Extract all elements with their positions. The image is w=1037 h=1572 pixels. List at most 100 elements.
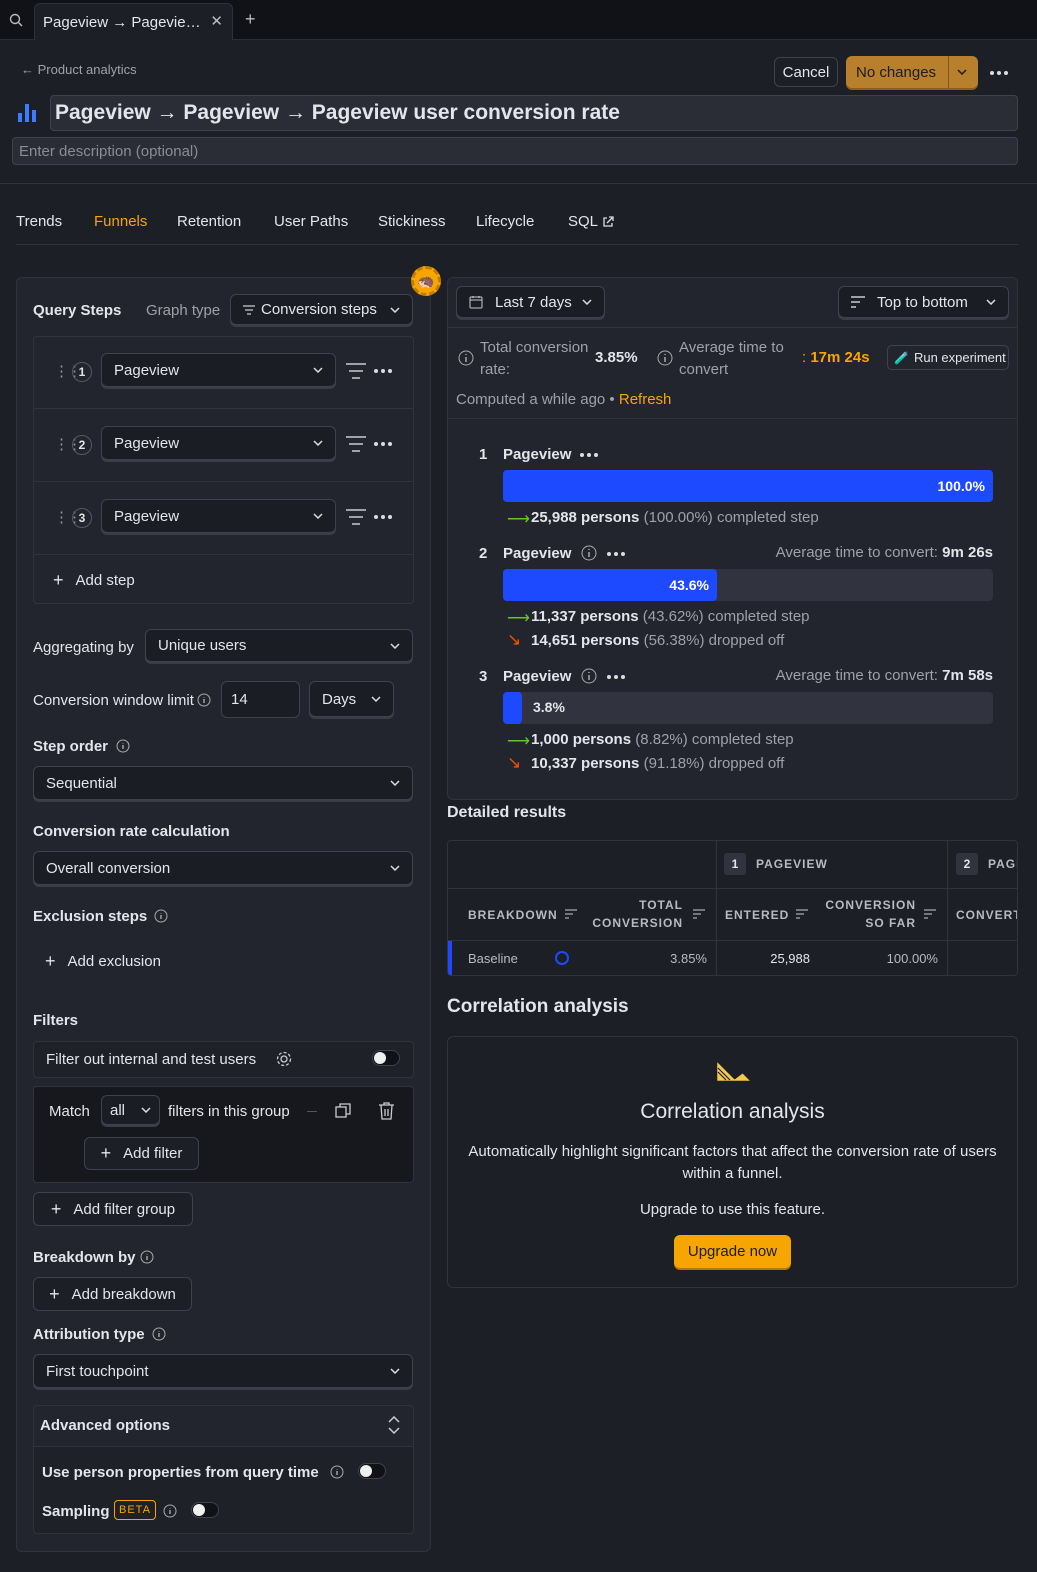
info-icon[interactable] [330,1465,344,1479]
filter-icon[interactable] [346,362,366,380]
more-icon[interactable] [374,369,392,373]
trash-icon[interactable] [378,1102,395,1120]
divider [448,940,1017,941]
computed-text: Computed a while ago [456,391,606,408]
conversion-window-input[interactable]: 14 [221,681,300,718]
step2-header: PAGEVIEW [988,857,1017,871]
dropped-off[interactable]: 10,337 persons (91.18%) dropped off [531,755,784,772]
info-icon[interactable] [581,545,597,561]
step-event-value: Pageview [114,507,180,525]
sort-icon[interactable] [693,909,705,919]
add-breakdown-button[interactable]: + Add breakdown [33,1277,192,1311]
step-avg-time: Average time to convert: 7m 58s [776,667,993,684]
tab-funnels[interactable]: Funnels [94,213,147,230]
info-icon[interactable] [140,1250,154,1264]
completed-step[interactable]: 11,337 persons (43.62%) completed step [531,608,810,625]
funnel-bar[interactable]: 43.6% [503,569,717,601]
save-button[interactable]: No changes [846,56,978,88]
conversion-so-far-column-header[interactable]: CONVERSION SO FAR [818,896,916,932]
aggregating-select[interactable]: Unique users [145,629,413,662]
more-icon[interactable] [374,515,392,519]
add-filter-button[interactable]: + Add filter [84,1137,199,1170]
run-experiment-button[interactable]: 🧪 Run experiment [887,345,1009,370]
sort-icon[interactable] [796,909,808,919]
sort-icon[interactable] [924,909,936,919]
step-more-icon[interactable] [580,453,598,457]
cancel-button[interactable]: Cancel [774,57,838,87]
completed-step[interactable]: 1,000 persons (8.82%) completed step [531,731,794,748]
copy-icon[interactable] [335,1103,351,1119]
conversion-window-unit-select[interactable]: Days [309,681,394,717]
tab-sql[interactable]: SQL [568,213,614,230]
step-event-select[interactable]: Pageview [101,426,336,460]
tab-stickiness[interactable]: Stickiness [378,213,446,230]
info-icon[interactable] [657,350,673,366]
attribution-type-select[interactable]: First touchpoint [33,1354,413,1388]
funnel-bar[interactable] [503,692,522,724]
conversion-rate-calculation-select[interactable]: Overall conversion [33,851,413,885]
step-more-icon[interactable] [607,675,625,679]
search-icon[interactable] [9,13,23,27]
dropped-off[interactable]: 14,651 persons (56.38%) dropped off [531,632,784,649]
step-avg-time: Average time to convert: 9m 26s [776,544,993,561]
more-icon[interactable] [374,442,392,446]
description-input[interactable]: Enter description (optional) [12,137,1018,165]
browser-tab[interactable]: Pageview → Pageview → Pageview user conv… [34,3,233,40]
advanced-options-body [33,1447,414,1534]
filter-icon[interactable] [346,435,366,453]
entered-cell: 25,988 [770,951,810,966]
info-icon[interactable] [197,693,211,707]
info-icon[interactable] [458,350,474,366]
date-range-select[interactable]: Last 7 days [456,286,605,318]
add-step-button[interactable]: + Add step [53,570,135,591]
info-icon[interactable] [163,1504,177,1518]
collapse-icon[interactable] [387,1416,401,1434]
add-exclusion-button[interactable]: + Add exclusion [45,951,161,972]
correlation-title: Correlation analysis [640,1100,825,1123]
breadcrumb[interactable]: ← Product analytics [21,62,137,77]
insight-title-input[interactable]: Pageview → Pageview → Pageview user conv… [50,95,1018,131]
tab-trends[interactable]: Trends [16,213,62,230]
series-color-bar [448,941,452,975]
hedgehog-avatar[interactable]: 🦔 [411,266,441,296]
step-event-select[interactable]: Pageview [101,499,336,533]
match-select[interactable]: all [101,1095,160,1125]
step-order-select[interactable]: Sequential [33,766,413,800]
chevron-down-icon [371,696,381,702]
total-conversion-column-header[interactable]: TOTAL CONVERSION [588,896,683,932]
add-filter-group-button[interactable]: + Add filter group [33,1192,193,1226]
filters-label: Filters [33,1012,79,1029]
sampling-label: Sampling [42,1503,110,1520]
gear-icon[interactable] [276,1051,292,1067]
filter-icon [243,304,255,315]
internal-users-toggle[interactable] [372,1050,400,1066]
tab-user-paths[interactable]: User Paths [274,213,348,230]
dropped-count: 10,337 persons [531,755,640,772]
series-indicator[interactable] [555,951,569,965]
sampling-toggle[interactable] [191,1502,219,1518]
filter-icon[interactable] [346,508,366,526]
info-icon[interactable] [154,909,168,923]
upgrade-now-button[interactable]: Upgrade now [674,1235,791,1268]
sort-icon[interactable] [565,909,577,919]
breakdown-column-header[interactable]: BREAKDOWN [468,906,558,924]
graph-type-select[interactable]: Conversion steps [230,294,413,325]
refresh-link[interactable]: Refresh [619,391,672,408]
info-icon[interactable] [116,739,130,753]
entered-column-header[interactable]: ENTERED [725,906,789,924]
step-more-icon[interactable] [607,552,625,556]
person-properties-toggle[interactable] [358,1463,386,1479]
layout-select[interactable]: Top to bottom [838,286,1009,318]
step-event-select[interactable]: Pageview [101,353,336,387]
info-icon[interactable] [152,1327,166,1341]
more-menu-icon[interactable] [990,71,1008,75]
tab-lifecycle[interactable]: Lifecycle [476,213,534,230]
info-icon[interactable] [581,668,597,684]
funnel-bar[interactable]: 100.0% [503,470,993,502]
converted-column-header[interactable]: CONVERTED [956,906,1017,924]
new-tab-icon[interactable]: + [245,9,256,30]
close-icon[interactable]: ✕ [210,12,223,30]
completed-step[interactable]: 25,988 persons (100.00%) completed step [531,509,819,526]
chevron-down-icon[interactable] [948,56,967,88]
tab-retention[interactable]: Retention [177,213,241,230]
